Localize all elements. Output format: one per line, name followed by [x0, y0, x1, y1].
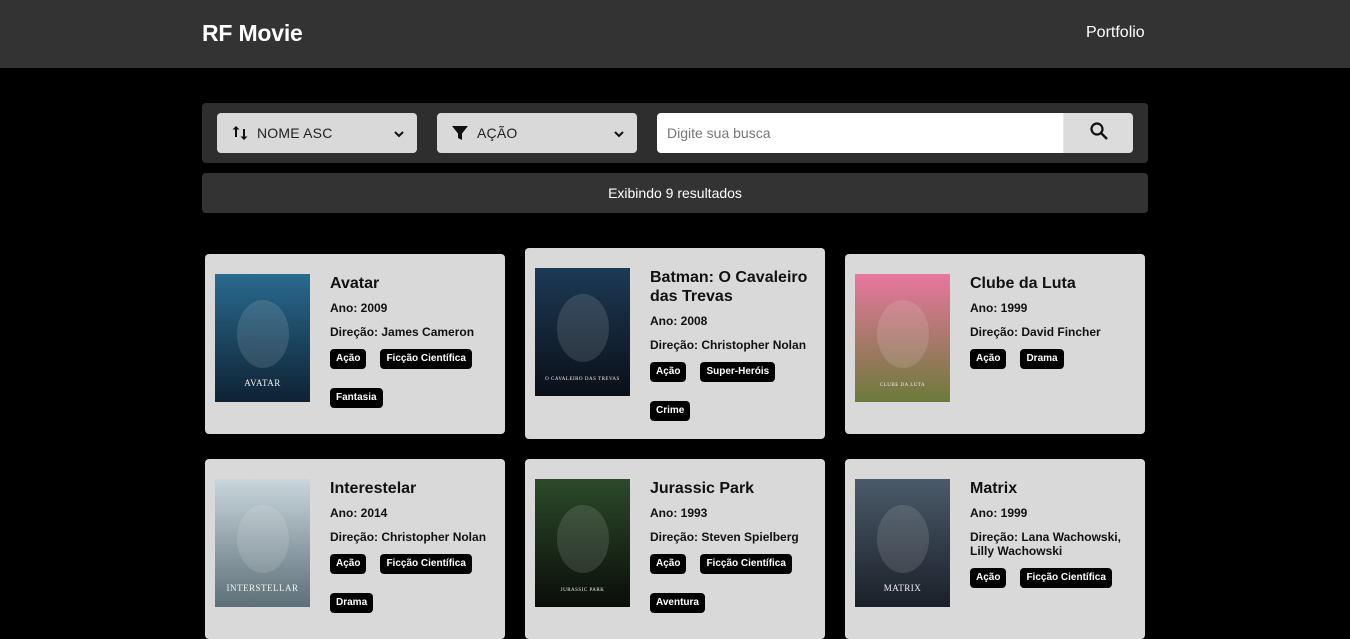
movie-info: Jurassic Park Ano: 1993 Direção: Steven Sp…	[650, 479, 815, 632]
genre-tag[interactable]: Ação	[970, 349, 1007, 369]
movie-card[interactable]: AVATAR Avatar Ano: 2009 Direção: James Came…	[205, 254, 505, 434]
movie-year: Ano: 2014	[330, 506, 388, 520]
genre-tag[interactable]: Super-Heróis	[700, 362, 776, 382]
results-count: Exibindo 9 resultados	[202, 173, 1148, 213]
genre-select-label: AÇÃO	[477, 125, 518, 141]
nav-link-portfolio[interactable]: Portfolio	[1086, 24, 1145, 42]
genre-tag[interactable]: Drama	[1020, 349, 1064, 369]
genre-tags: Ação Ficção Científica	[970, 568, 1135, 607]
chevron-down-icon	[613, 127, 625, 139]
movie-year: Ano: 2008	[650, 314, 708, 328]
movie-title[interactable]: Avatar	[330, 274, 495, 293]
genre-tag[interactable]: Ação	[330, 554, 367, 574]
movie-card[interactable]: O CAVALEIRO DAS TREVAS Batman: O Cavaleir…	[525, 248, 825, 439]
movie-director: Direção: David Fincher	[970, 325, 1101, 339]
poster-title-text: JURASSIC PARK	[561, 588, 605, 593]
brand-logo[interactable]: RF Movie	[202, 20, 303, 47]
genre-tags: Ação Ficção Científica Drama	[330, 554, 495, 632]
chevron-down-icon	[393, 127, 405, 139]
movie-director: Direção: Christopher Nolan	[650, 338, 807, 352]
movie-director: Direção: James Cameron	[330, 325, 475, 339]
genre-tag[interactable]: Ação	[650, 362, 687, 382]
genre-tag[interactable]: Ficção Científica	[380, 349, 472, 369]
movie-title[interactable]: Clube da Luta	[970, 274, 1135, 293]
movie-poster: INTERSTELLAR	[215, 479, 310, 607]
movie-poster: O CAVALEIRO DAS TREVAS	[535, 268, 630, 396]
search-icon	[1089, 121, 1109, 146]
movie-info: Batman: O Cavaleiro das Trevas Ano: 2008 D…	[650, 268, 815, 440]
poster-title-text: CLUBE DA LUTA	[880, 383, 925, 388]
movie-director: Direção: Lana Wachowski, Lilly Wachowski	[970, 530, 1121, 558]
filters-bar: NOME ASC AÇÃO	[202, 103, 1148, 163]
genre-tag[interactable]: Ficção Científica	[1020, 568, 1112, 588]
movie-director: Direção: Christopher Nolan	[330, 530, 487, 544]
movie-card[interactable]: INTERSTELLAR Interestelar Ano: 2014 Direção…	[205, 459, 505, 639]
search-box	[657, 113, 1133, 153]
movie-title[interactable]: Batman: O Cavaleiro das Trevas	[650, 268, 815, 306]
top-navbar: RF Movie Portfolio	[0, 0, 1350, 68]
sort-select[interactable]: NOME ASC	[217, 113, 417, 153]
genre-tags: Ação Super-Heróis Crime	[650, 362, 815, 440]
genre-tag[interactable]: Ação	[650, 554, 687, 574]
movie-year: Ano: 1993	[650, 506, 708, 520]
movie-card[interactable]: JURASSIC PARK Jurassic Park Ano: 1993 Direç…	[525, 459, 825, 639]
filter-icon	[451, 124, 469, 142]
search-input[interactable]	[657, 113, 1063, 153]
movie-info: Avatar Ano: 2009 Direção: James Cameron Açã…	[330, 274, 495, 427]
movie-title[interactable]: Interestelar	[330, 479, 495, 498]
poster-title-text: MATRIX	[884, 583, 922, 593]
sort-select-label: NOME ASC	[257, 125, 333, 141]
genre-tag[interactable]: Aventura	[650, 593, 705, 613]
genre-tags: Ação Ficção Científica Fantasia	[330, 349, 495, 427]
movie-poster: AVATAR	[215, 274, 310, 402]
genre-tag[interactable]: Ação	[970, 568, 1007, 588]
movie-info: Interestelar Ano: 2014 Direção: Christophe…	[330, 479, 495, 632]
movie-title[interactable]: Jurassic Park	[650, 479, 815, 498]
genre-tag[interactable]: Ficção Científica	[700, 554, 792, 574]
poster-title-text: AVATAR	[244, 378, 280, 388]
genre-tags: Ação Ficção Científica Aventura	[650, 554, 815, 632]
movie-poster: CLUBE DA LUTA	[855, 274, 950, 402]
movie-info: Matrix Ano: 1999 Direção: Lana Wachowski, …	[970, 479, 1135, 607]
movie-year: Ano: 2009	[330, 301, 388, 315]
movie-director: Direção: Steven Spielberg	[650, 530, 799, 544]
genre-tag[interactable]: Fantasia	[330, 388, 383, 408]
search-button[interactable]	[1063, 113, 1133, 153]
poster-title-text: O CAVALEIRO DAS TREVAS	[545, 377, 620, 382]
movie-year: Ano: 1999	[970, 301, 1028, 315]
sort-icon	[231, 124, 249, 142]
movie-info: Clube da Luta Ano: 1999 Direção: David Fin…	[970, 274, 1135, 388]
poster-title-text: INTERSTELLAR	[227, 583, 299, 593]
genre-tag[interactable]: Drama	[330, 593, 374, 613]
genre-tag[interactable]: Ação	[330, 349, 367, 369]
movie-poster: MATRIX	[855, 479, 950, 607]
genre-tag[interactable]: Crime	[650, 401, 691, 421]
genre-tags: Ação Drama	[970, 349, 1135, 388]
movie-card[interactable]: MATRIX Matrix Ano: 1999 Direção: Lana Wacho…	[845, 459, 1145, 639]
genre-select[interactable]: AÇÃO	[437, 113, 637, 153]
movie-poster: JURASSIC PARK	[535, 479, 630, 607]
movie-card[interactable]: CLUBE DA LUTA Clube da Luta Ano: 1999 Direç…	[845, 254, 1145, 434]
movie-year: Ano: 1999	[970, 506, 1028, 520]
movie-title[interactable]: Matrix	[970, 479, 1135, 498]
genre-tag[interactable]: Ficção Científica	[380, 554, 472, 574]
